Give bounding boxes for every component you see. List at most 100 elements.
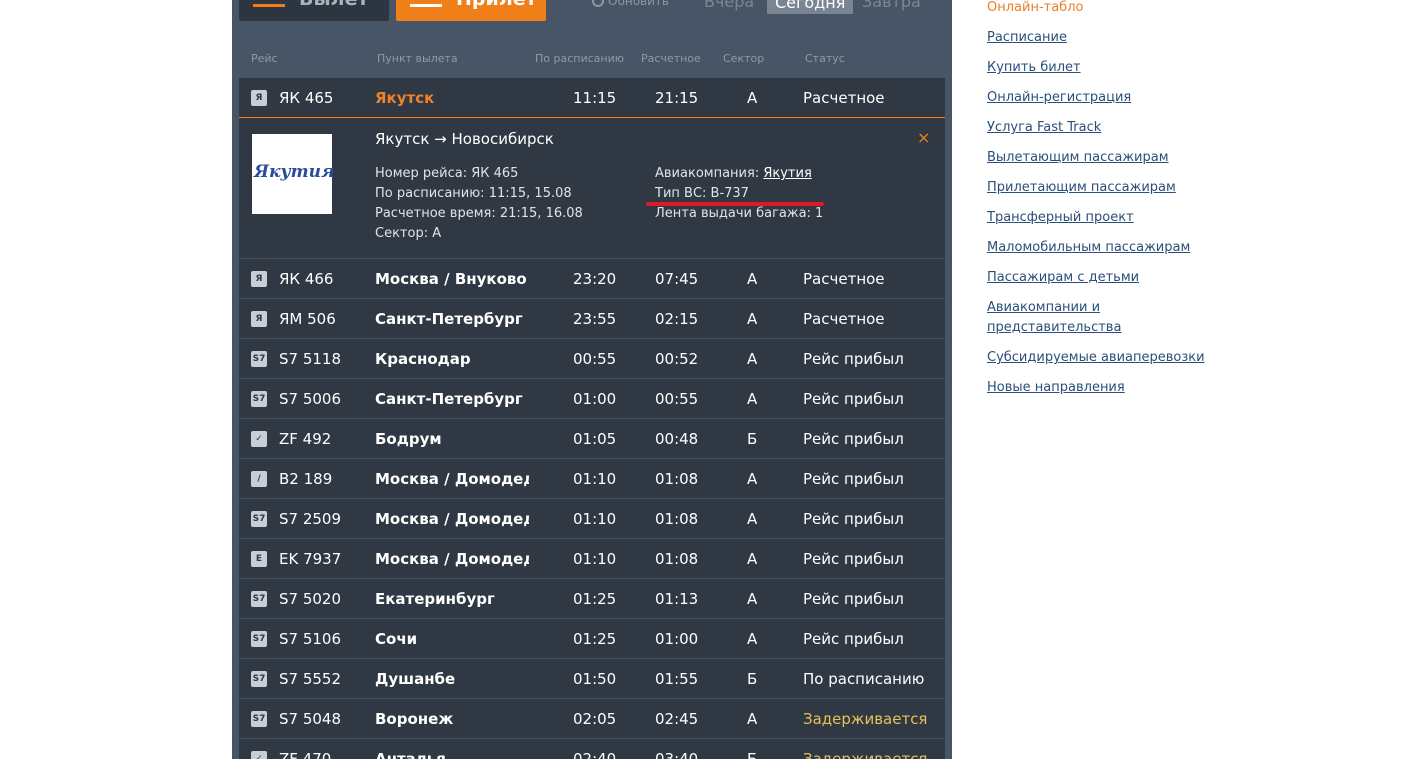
- airline-logo-icon: /: [251, 471, 267, 487]
- day-yesterday-tab[interactable]: Вчера: [704, 0, 754, 11]
- flight-status: Рейс прибыл: [803, 550, 904, 568]
- departure-tab-label: Вылет: [299, 0, 368, 10]
- sector: А: [747, 350, 758, 368]
- table-row[interactable]: S7 S7 5020 Екатеринбург 01:25 01:13 А Рейс при…: [239, 579, 945, 619]
- refresh-button[interactable]: Обновить: [592, 0, 669, 8]
- airline-logo-icon: S7: [251, 631, 267, 647]
- close-icon[interactable]: ×: [917, 128, 930, 147]
- sidebar-item[interactable]: Купить билет: [987, 60, 1081, 75]
- flight-status: Рейс прибыл: [803, 470, 904, 488]
- airline-link[interactable]: Якутия: [763, 166, 811, 181]
- arrival-plane-icon: [410, 4, 442, 7]
- estimated-time: 07:45: [655, 270, 699, 288]
- sidebar-item[interactable]: представительства: [987, 320, 1121, 335]
- table-row[interactable]: S7 S7 2509 Москва / Домодедово 01:10 01:08 А Р…: [239, 499, 945, 539]
- departure-tab-button[interactable]: Вылет: [239, 0, 389, 21]
- scheduled-time: 23:20: [573, 270, 617, 288]
- airline-logo: Якутия: [252, 134, 335, 214]
- table-row[interactable]: S7 S7 5552 Душанбе 01:50 01:55 Б По расписанию: [239, 659, 945, 699]
- origin-city: Якутск: [375, 89, 435, 107]
- table-row[interactable]: ✓ ZF 470 Анталья 02:40 03:40 Б Задерживается: [239, 739, 945, 759]
- sidebar-item[interactable]: Трансферный проект: [987, 210, 1134, 225]
- estimated-time: 00:52: [655, 350, 699, 368]
- sector: А: [747, 710, 758, 728]
- scheduled-time: 01:10: [573, 470, 617, 488]
- scheduled-time: 01:10: [573, 510, 617, 528]
- day-tomorrow-tab[interactable]: Завтра: [862, 0, 921, 11]
- sidebar-item[interactable]: Онлайн-регистрация: [987, 90, 1131, 105]
- flight-number: ZF 492: [279, 430, 332, 448]
- table-row[interactable]: S7 S7 5106 Сочи 01:25 01:00 А Рейс прибыл: [239, 619, 945, 659]
- sector: А: [747, 510, 758, 528]
- scheduled-time: 11:15: [573, 89, 617, 107]
- sidebar-item[interactable]: Пассажирам с детьми: [987, 270, 1139, 285]
- airline-logo-icon: Я: [251, 271, 267, 287]
- day-today-tab[interactable]: Сегодня: [767, 0, 854, 14]
- estimated-time: 01:08: [655, 550, 699, 568]
- airline-logo-text: Якутия: [254, 162, 335, 182]
- sidebar-item[interactable]: Новые направления: [987, 380, 1125, 395]
- detail-baggage: Лента выдачи багажа: 1: [655, 206, 824, 221]
- origin-city: Санкт-Петербург: [375, 390, 523, 408]
- origin-city: Москва / Домодедово: [375, 550, 529, 568]
- estimated-time: 21:15: [655, 89, 699, 107]
- scheduled-time: 23:55: [573, 310, 617, 328]
- estimated-time: 02:15: [655, 310, 699, 328]
- flight-number: S7 5552: [279, 670, 342, 688]
- sidebar-item[interactable]: Услуга Fast Track: [987, 120, 1101, 135]
- flight-status: Рейс прибыл: [803, 630, 904, 648]
- column-estimated: Расчетное: [641, 52, 701, 65]
- flight-number: B2 189: [279, 470, 333, 488]
- table-row[interactable]: Я ЯК 466 Москва / Внуково 23:20 07:45 А Расчет…: [239, 259, 945, 299]
- flight-number: S7 5118: [279, 350, 342, 368]
- flights-table: Я ЯК 465 Якутск 11:15 21:15 А Расчетное …: [239, 78, 945, 759]
- sidebar-item[interactable]: Расписание: [987, 30, 1067, 45]
- estimated-time: 01:08: [655, 470, 699, 488]
- sidebar-item-online-board[interactable]: Онлайн-табло: [987, 0, 1083, 15]
- airline-logo-icon: E: [251, 551, 267, 567]
- table-row[interactable]: / B2 189 Москва / Домодедово 01:10 01:08 А Рей…: [239, 459, 945, 499]
- scheduled-time: 02:40: [573, 750, 617, 759]
- origin-city: Москва / Домодедово: [375, 510, 529, 528]
- column-sector: Сектор: [723, 52, 765, 65]
- origin-city: Воронеж: [375, 710, 454, 728]
- table-row[interactable]: Я ЯМ 506 Санкт-Петербург 23:55 02:15 А Расчетн…: [239, 299, 945, 339]
- refresh-label: Обновить: [608, 0, 669, 8]
- sector: А: [747, 390, 758, 408]
- flight-number: S7 5048: [279, 710, 342, 728]
- detail-airline-label: Авиакомпания:: [655, 166, 764, 181]
- sidebar-item[interactable]: Маломобильным пассажирам: [987, 240, 1190, 255]
- flight-status: Рейс прибыл: [803, 590, 904, 608]
- origin-city: Москва / Домодедово: [375, 470, 529, 488]
- origin-city: Бодрум: [375, 430, 442, 448]
- sidebar-item[interactable]: Авиакомпании и: [987, 300, 1100, 315]
- sector: А: [747, 470, 758, 488]
- flight-status: Рейс прибыл: [803, 510, 904, 528]
- arrival-tab-button[interactable]: Прилет: [396, 0, 546, 21]
- column-origin: Пункт вылета: [377, 52, 458, 65]
- sidebar-item[interactable]: Вылетающим пассажирам: [987, 150, 1169, 165]
- sidebar-item[interactable]: Прилетающим пассажирам: [987, 180, 1176, 195]
- origin-city: Екатеринбург: [375, 590, 495, 608]
- table-row[interactable]: S7 S7 5118 Краснодар 00:55 00:52 А Рейс прибыл: [239, 339, 945, 379]
- table-row[interactable]: S7 S7 5048 Воронеж 02:05 02:45 А Задерживается: [239, 699, 945, 739]
- estimated-time: 00:48: [655, 430, 699, 448]
- table-row-selected[interactable]: Я ЯК 465 Якутск 11:15 21:15 А Расчетное: [239, 78, 945, 118]
- table-row[interactable]: S7 S7 5006 Санкт-Петербург 01:00 00:55 А Рейс …: [239, 379, 945, 419]
- scheduled-time: 01:05: [573, 430, 617, 448]
- estimated-time: 01:55: [655, 670, 699, 688]
- sidebar-item[interactable]: Субсидируемые авиаперевозки: [987, 350, 1205, 365]
- refresh-icon: [592, 0, 604, 7]
- flight-number: S7 5106: [279, 630, 342, 648]
- table-row[interactable]: E EK 7937 Москва / Домодедово 01:10 01:08 А Ре…: [239, 539, 945, 579]
- airline-logo-icon: S7: [251, 591, 267, 607]
- estimated-time: 01:13: [655, 590, 699, 608]
- scheduled-time: 00:55: [573, 350, 617, 368]
- flight-number: ЯМ 506: [279, 310, 336, 328]
- flight-number: ZF 470: [279, 750, 332, 759]
- sector: Б: [747, 670, 758, 688]
- table-row[interactable]: ✓ ZF 492 Бодрум 01:05 00:48 Б Рейс прибыл: [239, 419, 945, 459]
- estimated-time: 02:45: [655, 710, 699, 728]
- estimated-time: 01:00: [655, 630, 699, 648]
- sector: Б: [747, 430, 758, 448]
